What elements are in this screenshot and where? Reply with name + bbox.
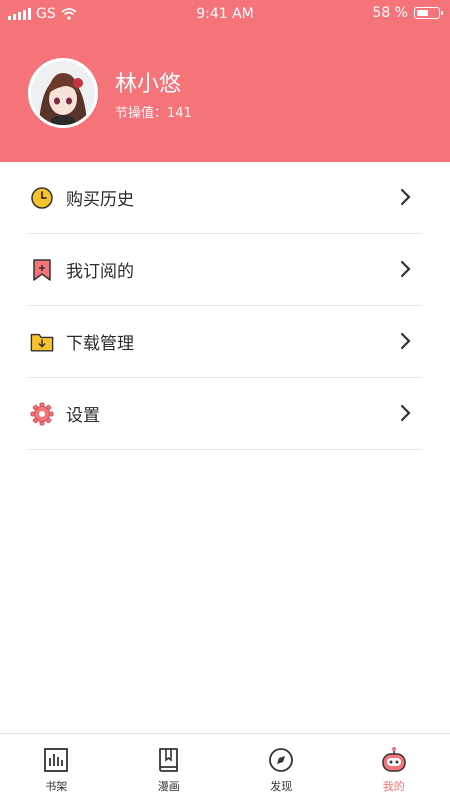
menu-item-subscriptions[interactable]: 我订阅的 (28, 234, 422, 306)
tab-comics[interactable]: 漫画 (113, 734, 226, 801)
menu-item-label: 下载管理 (66, 329, 134, 354)
tab-discover[interactable]: 发现 (225, 734, 338, 801)
tab-label: 书架 (45, 778, 67, 794)
tab-bookshelf[interactable]: 书架 (0, 734, 113, 801)
status-bar: GS 9:41 AM 58 % (0, 0, 450, 28)
bookmark-icon (30, 258, 54, 282)
battery-icon (414, 7, 440, 19)
battery-level (417, 10, 429, 16)
profile-header: GS 9:41 AM 58 % 林小悠 节操 (0, 0, 450, 162)
bookshelf-icon (42, 746, 70, 774)
chevron-right-icon (400, 332, 412, 350)
menu-item-label: 购买历史 (66, 185, 134, 210)
tab-label: 我的 (383, 778, 405, 794)
menu-item-label: 设置 (66, 401, 100, 426)
menu-item-purchase-history[interactable]: 购买历史 (28, 162, 422, 234)
robot-icon (380, 746, 408, 774)
points-value: 节操值：141 (115, 102, 192, 121)
chevron-right-icon (400, 404, 412, 422)
menu-item-downloads[interactable]: 下载管理 (28, 306, 422, 378)
tab-label: 漫画 (158, 778, 180, 794)
chevron-right-icon (400, 188, 412, 206)
username: 林小悠 (115, 66, 181, 98)
tab-me[interactable]: 我的 (338, 734, 450, 801)
bottom-tab-bar: 书架 漫画 发现 我的 (0, 733, 450, 801)
clock-icon (30, 186, 54, 210)
menu-list: 购买历史 我订阅的 下载管理 (0, 162, 450, 450)
chevron-right-icon (400, 260, 412, 278)
gear-icon (30, 402, 54, 426)
comic-book-icon (155, 746, 183, 774)
tab-label: 发现 (270, 778, 292, 794)
avatar-image (31, 61, 95, 125)
download-folder-icon (30, 330, 54, 354)
battery-percent: 58 % (372, 5, 408, 21)
avatar[interactable] (28, 58, 98, 128)
compass-icon (267, 746, 295, 774)
menu-item-label: 我订阅的 (66, 257, 134, 282)
menu-item-settings[interactable]: 设置 (28, 378, 422, 450)
